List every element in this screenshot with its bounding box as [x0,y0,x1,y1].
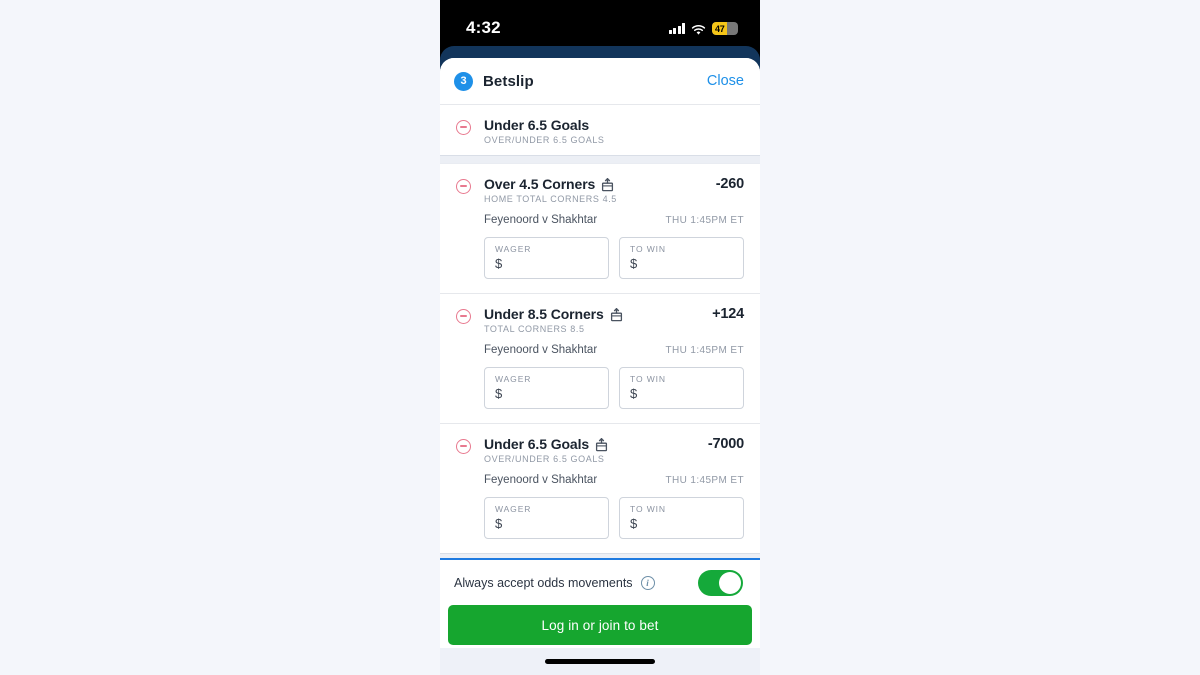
page-root: 4:32 47 3 Betslip Close Under 6.5 Goals … [0,0,1200,675]
remove-selection-icon[interactable] [456,179,471,194]
bet-odds: -260 [715,176,744,192]
bet-card-body: Under 8.5 Corners +124 TOTAL CORNERS 8.5… [471,306,744,409]
bet-market: HOME TOTAL CORNERS 4.5 [484,194,617,204]
login-or-join-button[interactable]: Log in or join to bet [448,605,752,645]
wifi-icon [691,23,706,35]
bet-card-top: Over 4.5 Corners -260 HOME TOTAL CORNERS… [456,176,744,279]
bet-inputs-row: WAGER $ TO WIN $ [484,237,744,279]
bet-title-row: Over 4.5 Corners -260 [484,176,744,192]
wager-value: $ [495,256,503,271]
phone-screen: 4:32 47 3 Betslip Close Under 6.5 Goals … [440,0,760,675]
match-name: Feyenoord v Shakhtar [484,344,598,356]
to-win-value: $ [630,386,638,401]
selection-count-badge: 3 [454,71,473,91]
match-time: THU 1:45PM ET [665,344,744,356]
wager-label: WAGER [495,374,532,384]
odds-movement-row: Always accept odds movements i [440,560,760,605]
wager-input[interactable]: WAGER $ [484,367,609,409]
battery-level: 47 [715,23,725,34]
bet-name: Over 4.5 Corners [484,176,596,192]
same-game-parlay-icon [595,438,608,452]
remove-selection-icon[interactable] [456,439,471,454]
bet-card: Under 6.5 Goals -7000 OVER/UNDER 6.5 GOA… [440,424,760,553]
bet-name: Under 6.5 Goals [484,117,590,133]
home-indicator[interactable] [545,659,655,664]
battery-low-power-icon: 47 [712,22,738,35]
bet-match-row: Feyenoord v Shakhtar THU 1:45PM ET [484,214,744,226]
bet-market: OVER/UNDER 6.5 GOALS [484,454,605,464]
bet-name: Under 6.5 Goals [484,436,590,452]
wager-value: $ [495,386,503,401]
wager-input[interactable]: WAGER $ [484,497,609,539]
to-win-input[interactable]: TO WIN $ [619,237,744,279]
bet-card: Under 6.5 Goals OVER/UNDER 6.5 GOALS [440,105,760,155]
bet-card-body: Under 6.5 Goals -7000 OVER/UNDER 6.5 GOA… [471,436,744,539]
bet-card-top: Under 8.5 Corners +124 TOTAL CORNERS 8.5… [456,306,744,409]
to-win-label: TO WIN [630,374,666,384]
remove-selection-icon[interactable] [456,309,471,324]
match-time: THU 1:45PM ET [665,214,744,226]
match-name: Feyenoord v Shakhtar [484,474,598,486]
bet-card-body: Under 6.5 Goals OVER/UNDER 6.5 GOALS [471,117,744,145]
same-game-parlay-icon [601,178,614,192]
wager-value: $ [495,516,503,531]
bet-inputs-row: WAGER $ TO WIN $ [484,367,744,409]
header-left-group: 3 Betslip [454,71,534,91]
to-win-value: $ [630,256,638,271]
betslip-header: 3 Betslip Close [440,58,760,105]
to-win-label: TO WIN [630,244,666,254]
wager-input[interactable]: WAGER $ [484,237,609,279]
odds-movement-label: Always accept odds movements [454,575,633,590]
bet-inputs-row: WAGER $ TO WIN $ [484,497,744,539]
bet-title-group: Under 6.5 Goals [484,117,589,133]
to-win-input[interactable]: TO WIN $ [619,367,744,409]
bet-title-row: Under 8.5 Corners +124 [484,306,744,322]
bet-market: OVER/UNDER 6.5 GOALS [484,135,605,145]
toggle-knob [719,571,741,594]
to-win-value: $ [630,516,638,531]
bet-match-row: Feyenoord v Shakhtar THU 1:45PM ET [484,344,744,356]
remove-selection-icon[interactable] [456,120,471,135]
to-win-label: TO WIN [630,504,666,514]
bet-title-group: Under 8.5 Corners [484,306,623,322]
bet-odds: -7000 [707,436,744,452]
bet-market: TOTAL CORNERS 8.5 [484,324,585,334]
bet-title-group: Under 6.5 Goals [484,436,608,452]
status-icons: 47 [668,22,738,35]
bet-name: Under 8.5 Corners [484,306,604,322]
bet-card: Under 8.5 Corners +124 TOTAL CORNERS 8.5… [440,294,760,423]
betslip-footer: Always accept odds movements i Log in or… [440,558,760,675]
odds-movement-toggle[interactable] [698,569,743,596]
bet-odds: +124 [712,306,744,322]
match-time: THU 1:45PM ET [665,474,744,486]
wager-label: WAGER [495,244,532,254]
bet-match-row: Feyenoord v Shakhtar THU 1:45PM ET [484,474,744,486]
bet-card-top: Under 6.5 Goals OVER/UNDER 6.5 GOALS [456,117,744,145]
odds-movement-label-group: Always accept odds movements i [454,575,655,590]
bet-card-top: Under 6.5 Goals -7000 OVER/UNDER 6.5 GOA… [456,436,744,539]
info-icon[interactable]: i [640,575,655,590]
home-indicator-area [440,648,760,675]
close-button[interactable]: Close [707,73,744,89]
bet-card-body: Over 4.5 Corners -260 HOME TOTAL CORNERS… [471,176,744,279]
page-title: Betslip [483,72,534,90]
cellular-signal-icon [668,23,685,34]
bet-title-row: Under 6.5 Goals [484,117,744,133]
betslip-sheet: 3 Betslip Close Under 6.5 Goals OVER/UND… [440,58,760,675]
wager-label: WAGER [495,504,532,514]
bet-card: Over 4.5 Corners -260 HOME TOTAL CORNERS… [440,164,760,293]
bet-title-group: Over 4.5 Corners [484,176,614,192]
to-win-input[interactable]: TO WIN $ [619,497,744,539]
status-time: 4:32 [466,18,501,37]
card-divider [440,155,760,164]
bet-selection-list[interactable]: Under 6.5 Goals OVER/UNDER 6.5 GOALS Ove… [440,105,760,558]
cta-container: Log in or join to bet [440,605,760,645]
bet-title-row: Under 6.5 Goals [484,436,744,452]
match-name: Feyenoord v Shakhtar [484,214,598,226]
same-game-parlay-icon [610,308,623,322]
